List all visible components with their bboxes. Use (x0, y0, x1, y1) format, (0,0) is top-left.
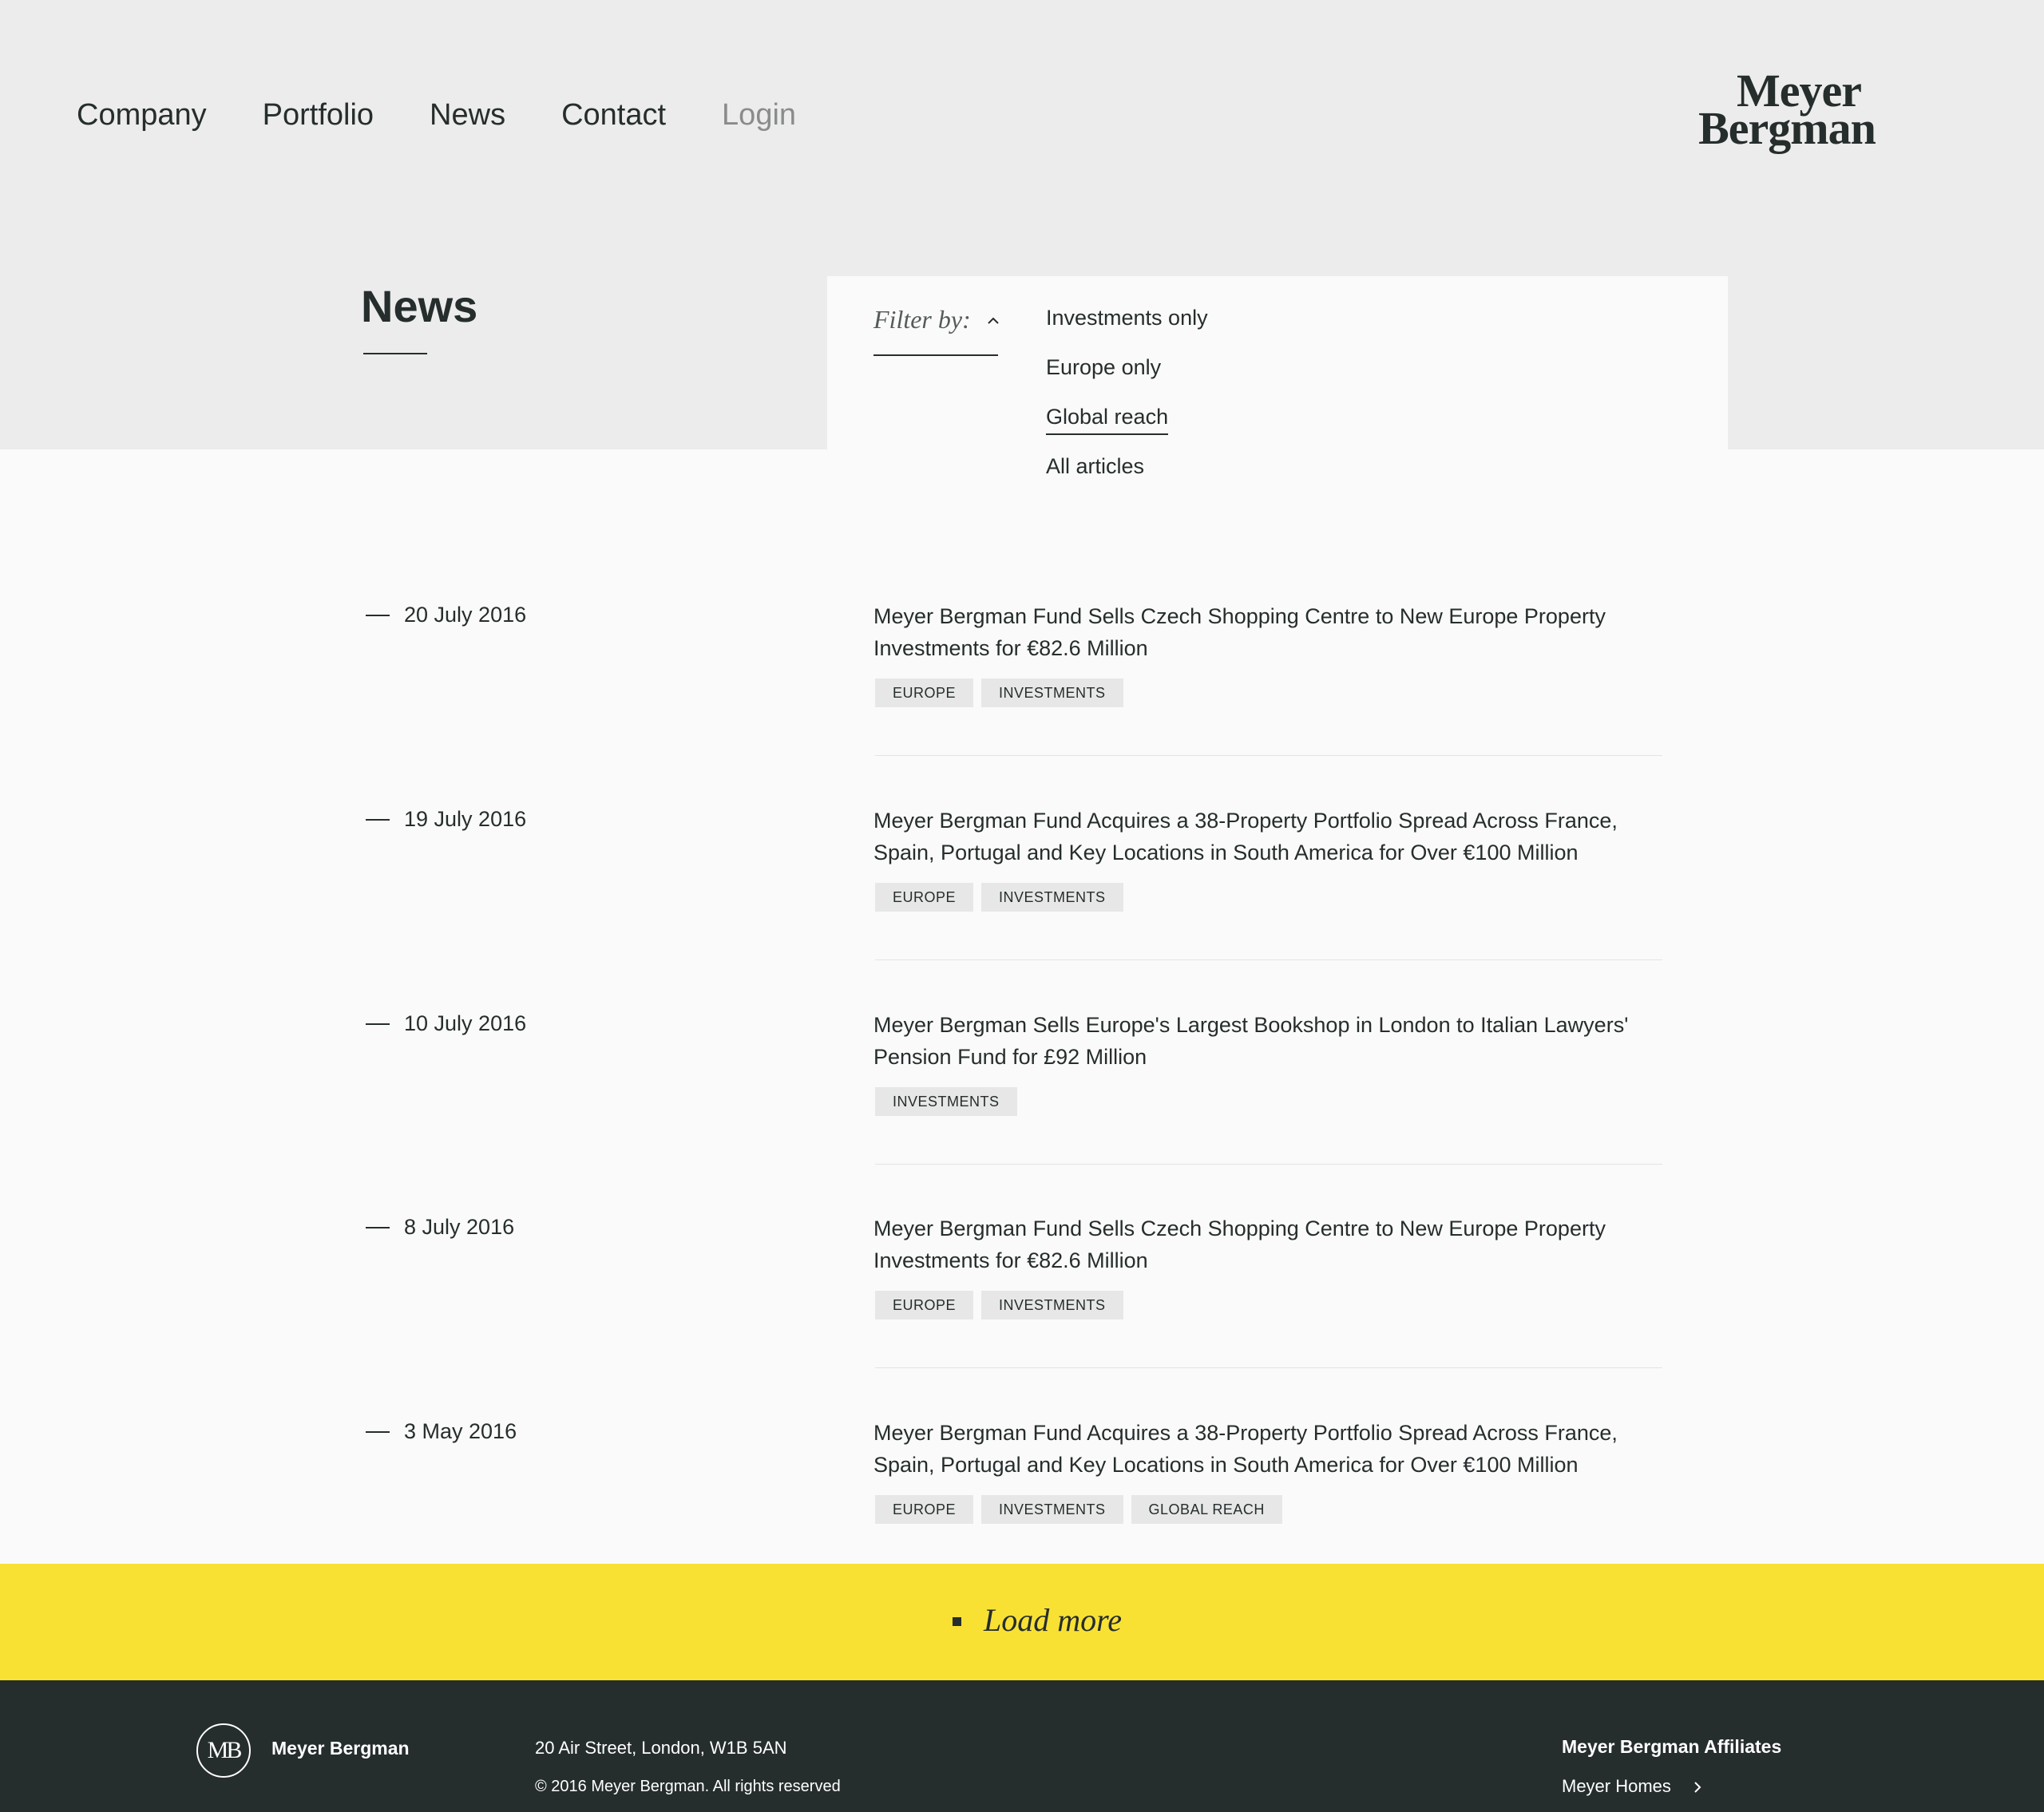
load-more-button[interactable]: Load more (0, 1564, 2044, 1680)
nav-item-company[interactable]: Company (77, 94, 207, 136)
tag-investments[interactable]: INVESTMENTS (875, 1087, 1017, 1116)
news-title-link[interactable]: Meyer Bergman Fund Sells Czech Shopping … (873, 1213, 1672, 1276)
nav-item-portfolio[interactable]: Portfolio (263, 94, 374, 136)
news-date: 10 July 2016 (404, 1011, 527, 1035)
filter-option-global-reach[interactable]: Global reach (1046, 402, 1208, 452)
tag-europe[interactable]: EUROPE (875, 883, 974, 912)
chevron-right-icon[interactable] (1691, 1779, 1704, 1795)
news-item: 19 July 2016 Meyer Bergman Fund Acquires… (0, 795, 2044, 999)
tag-investments[interactable]: INVESTMENTS (981, 1495, 1123, 1524)
filter-option-investments[interactable]: Investments only (1046, 303, 1208, 353)
date-dash (366, 1431, 390, 1433)
news-divider (875, 1367, 1662, 1368)
date-dash (366, 1227, 390, 1228)
news-divider (875, 959, 1662, 960)
tag-europe[interactable]: EUROPE (875, 1291, 974, 1319)
tag-global-reach[interactable]: GLOBAL REACH (1131, 1495, 1282, 1524)
tag-europe[interactable]: EUROPE (875, 1495, 974, 1524)
filter-option-all[interactable]: All articles (1046, 452, 1208, 501)
tag-europe[interactable]: EUROPE (875, 679, 974, 707)
chevron-up-icon[interactable] (985, 313, 1001, 329)
nav-item-news[interactable]: News (430, 94, 505, 136)
tag-list: EUROPE INVESTMENTS (875, 883, 1131, 912)
news-item: 8 July 2016 Meyer Bergman Fund Sells Cze… (0, 1203, 2044, 1407)
news-date: 19 July 2016 (404, 807, 527, 831)
filter-options: Investments only Europe only Global reac… (1046, 303, 1208, 501)
news-title-link[interactable]: Meyer Bergman Fund Sells Czech Shopping … (873, 600, 1672, 664)
date-dash (366, 615, 390, 616)
tag-list: EUROPE INVESTMENTS (875, 679, 1131, 707)
page-title-underline (363, 353, 427, 354)
news-divider (875, 1164, 1662, 1165)
affiliates-heading: Meyer Bergman Affiliates (1562, 1736, 1782, 1757)
date-dash (366, 1023, 390, 1025)
page-title: News (361, 281, 478, 331)
filter-option-europe[interactable]: Europe only (1046, 353, 1208, 402)
news-title-link[interactable]: Meyer Bergman Fund Acquires a 38-Propert… (873, 805, 1672, 868)
news-date: 3 May 2016 (404, 1419, 517, 1443)
filter-option-label: Investments only (1046, 306, 1208, 330)
footer: MB Meyer Bergman 20 Air Street, London, … (0, 1680, 2044, 1812)
filter-toggle[interactable]: Filter by: (873, 305, 971, 334)
news-item: 20 July 2016 Meyer Bergman Fund Sells Cz… (0, 591, 2044, 795)
filter-option-label: Global reach (1046, 402, 1169, 435)
news-item: 10 July 2016 Meyer Bergman Sells Europe'… (0, 999, 2044, 1204)
filter-option-label: All articles (1046, 454, 1145, 478)
news-title-link[interactable]: Meyer Bergman Sells Europe's Largest Boo… (873, 1009, 1672, 1073)
footer-brand: Meyer Bergman (271, 1738, 410, 1759)
news-title-link[interactable]: Meyer Bergman Fund Acquires a 38-Propert… (873, 1417, 1672, 1481)
load-more-label: Load more (984, 1602, 1122, 1638)
filter-option-label: Europe only (1046, 355, 1162, 379)
tag-investments[interactable]: INVESTMENTS (981, 883, 1123, 912)
nav-item-login[interactable]: Login (722, 94, 796, 136)
tag-investments[interactable]: INVESTMENTS (981, 1291, 1123, 1319)
tag-list: INVESTMENTS (875, 1087, 1025, 1116)
tag-investments[interactable]: INVESTMENTS (981, 679, 1123, 707)
date-dash (366, 819, 390, 821)
filter-underline (873, 354, 998, 356)
affiliate-link-meyer-homes[interactable]: Meyer Homes (1562, 1776, 1671, 1797)
news-date: 8 July 2016 (404, 1215, 515, 1239)
nav-item-contact[interactable]: Contact (561, 94, 666, 136)
footer-copyright: © 2016 Meyer Bergman. All rights reserve… (535, 1778, 841, 1795)
news-divider (875, 755, 1662, 756)
news-date: 20 July 2016 (404, 603, 527, 627)
monogram-logo[interactable]: MB (196, 1723, 251, 1778)
brand-logo[interactable]: Meyer Bergman (1691, 68, 1883, 154)
tag-list: EUROPE INVESTMENTS GLOBAL REACH (875, 1495, 1290, 1524)
footer-address: 20 Air Street, London, W1B 5AN (535, 1738, 787, 1758)
filter-panel: Filter by: Investments only Europe only … (827, 276, 1728, 508)
main-nav: Company Portfolio News Contact Login (77, 94, 852, 136)
tag-list: EUROPE INVESTMENTS (875, 1291, 1131, 1319)
logo-line-2: Bergman (1698, 102, 1876, 154)
square-bullet-icon (953, 1617, 961, 1626)
